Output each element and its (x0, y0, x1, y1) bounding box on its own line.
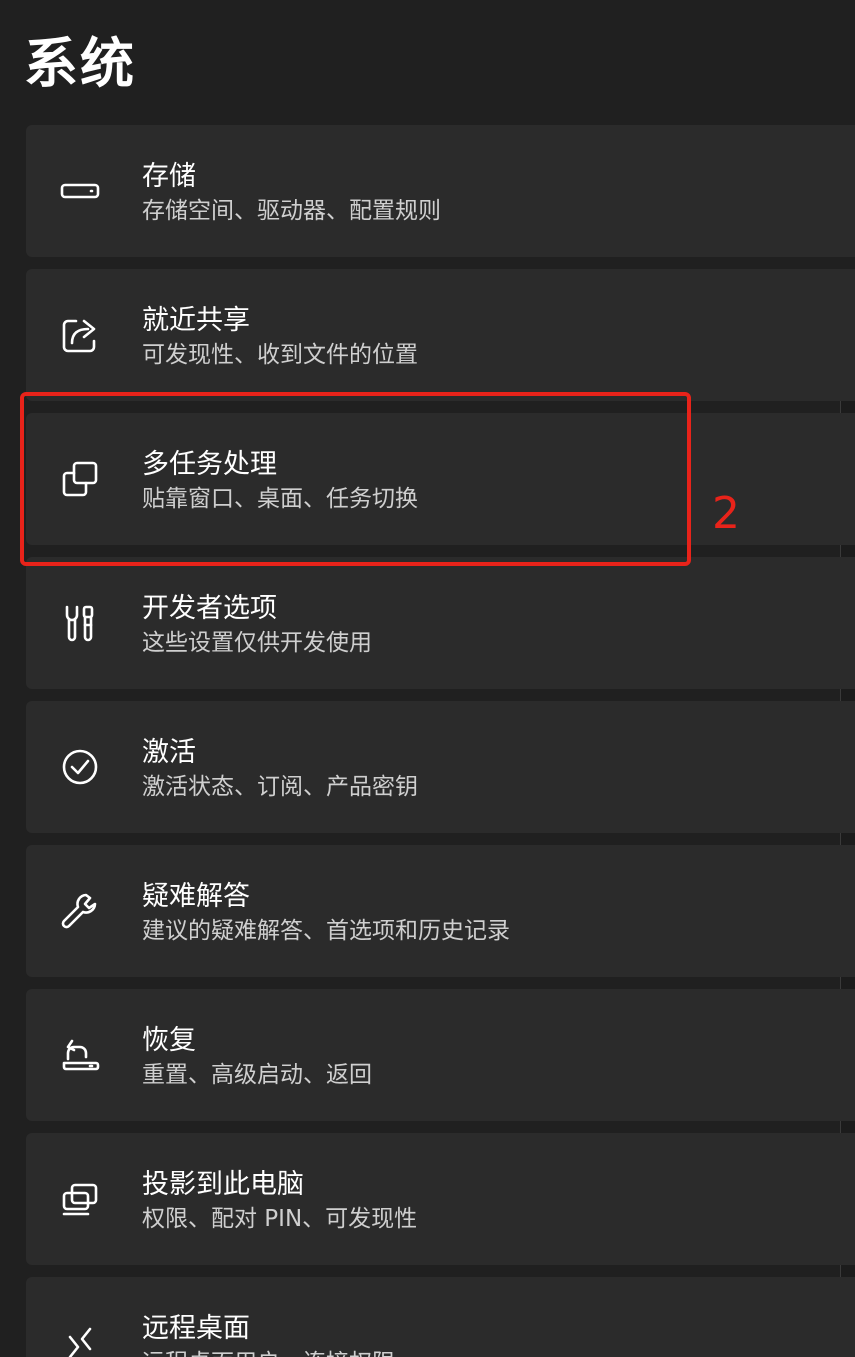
share-icon (58, 315, 102, 355)
settings-item-title: 开发者选项 (142, 593, 277, 624)
settings-item-subtitle: 建议的疑难解答、首选项和历史记录 (142, 918, 510, 944)
multitasking-icon (58, 459, 102, 499)
projection-icon (58, 1179, 102, 1219)
settings-item-developer-options[interactable]: 开发者选项 这些设置仅供开发使用 (26, 557, 855, 689)
settings-item-title: 恢复 (142, 1025, 196, 1056)
settings-page: 系统 存储 存储空间、驱动器、配置规则 就近共享 可发现性、收到文件的位置 多任… (0, 0, 855, 1357)
settings-item-title: 投影到此电脑 (142, 1169, 304, 1200)
settings-item-subtitle: 可发现性、收到文件的位置 (142, 342, 418, 368)
settings-item-title: 存储 (142, 161, 196, 192)
settings-item-subtitle: 贴靠窗口、桌面、任务切换 (142, 486, 418, 512)
settings-item-activation[interactable]: 激活 激活状态、订阅、产品密钥 (26, 701, 855, 833)
settings-item-subtitle: 存储空间、驱动器、配置规则 (142, 198, 441, 224)
settings-item-recovery[interactable]: 恢复 重置、高级启动、返回 (26, 989, 855, 1121)
settings-item-title: 多任务处理 (142, 449, 277, 480)
settings-item-subtitle: 权限、配对 PIN、可发现性 (142, 1206, 418, 1232)
settings-item-nearby-sharing[interactable]: 就近共享 可发现性、收到文件的位置 (26, 269, 855, 401)
settings-item-title: 就近共享 (142, 305, 250, 336)
settings-list: 存储 存储空间、驱动器、配置规则 就近共享 可发现性、收到文件的位置 多任务处理… (26, 125, 855, 1357)
check-circle-icon (58, 747, 102, 787)
storage-icon (58, 171, 102, 211)
developer-tools-icon (58, 603, 102, 643)
settings-item-title: 激活 (142, 737, 196, 768)
settings-item-title: 远程桌面 (142, 1313, 250, 1344)
settings-item-subtitle: 重置、高级启动、返回 (142, 1062, 372, 1088)
settings-item-subtitle: 这些设置仅供开发使用 (142, 630, 372, 656)
page-title: 系统 (24, 32, 136, 95)
settings-item-subtitle: 远程桌面用户、连接权限 (142, 1347, 395, 1357)
settings-item-storage[interactable]: 存储 存储空间、驱动器、配置规则 (26, 125, 855, 257)
annotation-step-number: 2 (712, 488, 740, 539)
settings-item-project-to-pc[interactable]: 投影到此电脑 权限、配对 PIN、可发现性 (26, 1133, 855, 1265)
settings-item-remote-desktop[interactable]: 远程桌面 远程桌面用户、连接权限 (26, 1277, 855, 1357)
settings-item-troubleshoot[interactable]: 疑难解答 建议的疑难解答、首选项和历史记录 (26, 845, 855, 977)
recovery-icon (58, 1035, 102, 1075)
settings-item-title: 疑难解答 (142, 881, 250, 912)
settings-item-subtitle: 激活状态、订阅、产品密钥 (142, 774, 418, 800)
remote-desktop-icon (58, 1323, 102, 1357)
wrench-icon (58, 891, 102, 931)
